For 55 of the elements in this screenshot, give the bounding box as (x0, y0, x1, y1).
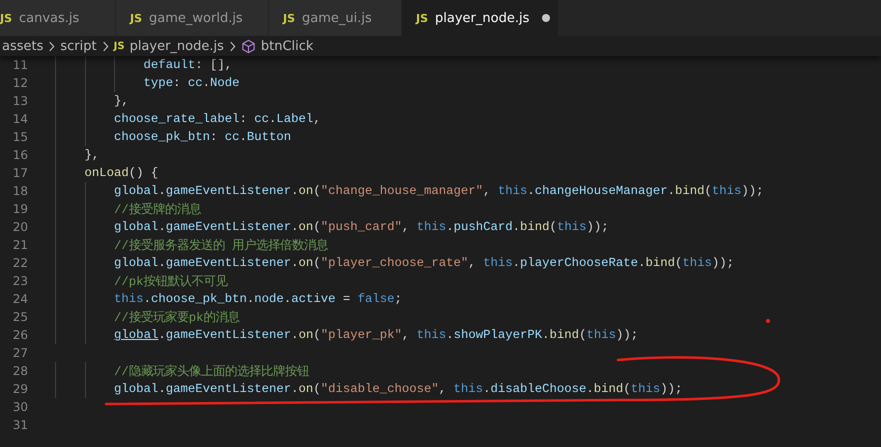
line-number: 23 (12, 274, 28, 288)
line-number: 31 (12, 418, 28, 432)
line-number: 17 (12, 166, 28, 180)
code-comment: //接受牌的消息 (113, 202, 201, 218)
breadcrumb-item[interactable]: assets (2, 38, 44, 54)
line-number: 25 (12, 310, 28, 324)
js-label: JS (283, 12, 296, 24)
code-comment: //接受玩家要pk的消息 (113, 310, 240, 326)
line-number: 15 (12, 130, 28, 144)
breadcrumb-item[interactable]: player_node.js (130, 38, 224, 54)
js-label: JS (416, 12, 428, 24)
code-line: global.gameEventListener.on("player_pk", this.showPlayerPK.bind(this)); (113, 328, 638, 342)
breadcrumb-item[interactable]: script (60, 38, 97, 54)
chevron-right-icon (48, 40, 56, 52)
code-line: }, (84, 148, 100, 162)
line-number: 16 (12, 148, 28, 162)
line-number: 18 (12, 184, 28, 198)
code-line: choose_rate_label: cc.Label, (113, 112, 321, 126)
line-number: 22 (12, 256, 28, 270)
line-number: 11 (12, 58, 28, 72)
line-number: 13 (12, 94, 28, 108)
line-number: 29 (12, 382, 28, 396)
line-number: 12 (12, 76, 28, 90)
line-number: 14 (12, 112, 28, 126)
code-comment: //隐藏玩家头像上面的选择比牌按钮 (113, 364, 309, 380)
editor-tab[interactable]: JS player_node.js (402, 0, 559, 36)
line-number: 30 (12, 400, 28, 414)
code-line: global.gameEventListener.on("disable_choose", this.disableChoose.bind(this)); (113, 382, 682, 396)
line-number: 24 (12, 292, 28, 306)
line-number: 26 (12, 328, 28, 342)
code-line: global.gameEventListener.on("push_card", this.pushCard.bind(this)); (113, 220, 609, 234)
code-line: default: [], (142, 58, 232, 72)
js-label: JS (130, 12, 142, 24)
code-line: global.gameEventListener.on("player_choose_rate", this.playerChooseRate.bind(this)); (113, 256, 734, 270)
chevron-right-icon (228, 40, 236, 52)
code-line: global.gameEventListener.on("change_house_manager", this.changeHouseManager.bind(this)); (113, 184, 764, 198)
editor-tab[interactable]: JS game_ui.js (269, 0, 402, 36)
code-line: onLoad() { (84, 166, 158, 180)
cube-icon (240, 38, 256, 54)
code-comment: //pk按钮默认不可见 (113, 274, 228, 290)
unsaved-dot-icon (542, 14, 550, 22)
code-line: type: cc.Node (142, 76, 240, 90)
code-line: }, (113, 94, 129, 108)
line-number: 19 (12, 202, 28, 216)
chevron-right-icon (102, 40, 109, 52)
code-comment: //接受服务器发送的 用户选择倍数消息 (113, 238, 328, 254)
breadcrumb-item[interactable]: btnClick (260, 38, 314, 54)
line-number: 21 (12, 238, 28, 252)
line-number: 28 (12, 364, 28, 378)
js-label: JS (114, 40, 125, 52)
code-line: choose_pk_btn: cc.Button (113, 130, 292, 144)
line-number: 27 (12, 346, 28, 360)
code-line: this.choose_pk_btn.node.active = false; (113, 292, 402, 306)
editor-tab[interactable]: JS game_world.js (116, 0, 269, 36)
line-number: 20 (12, 220, 28, 234)
